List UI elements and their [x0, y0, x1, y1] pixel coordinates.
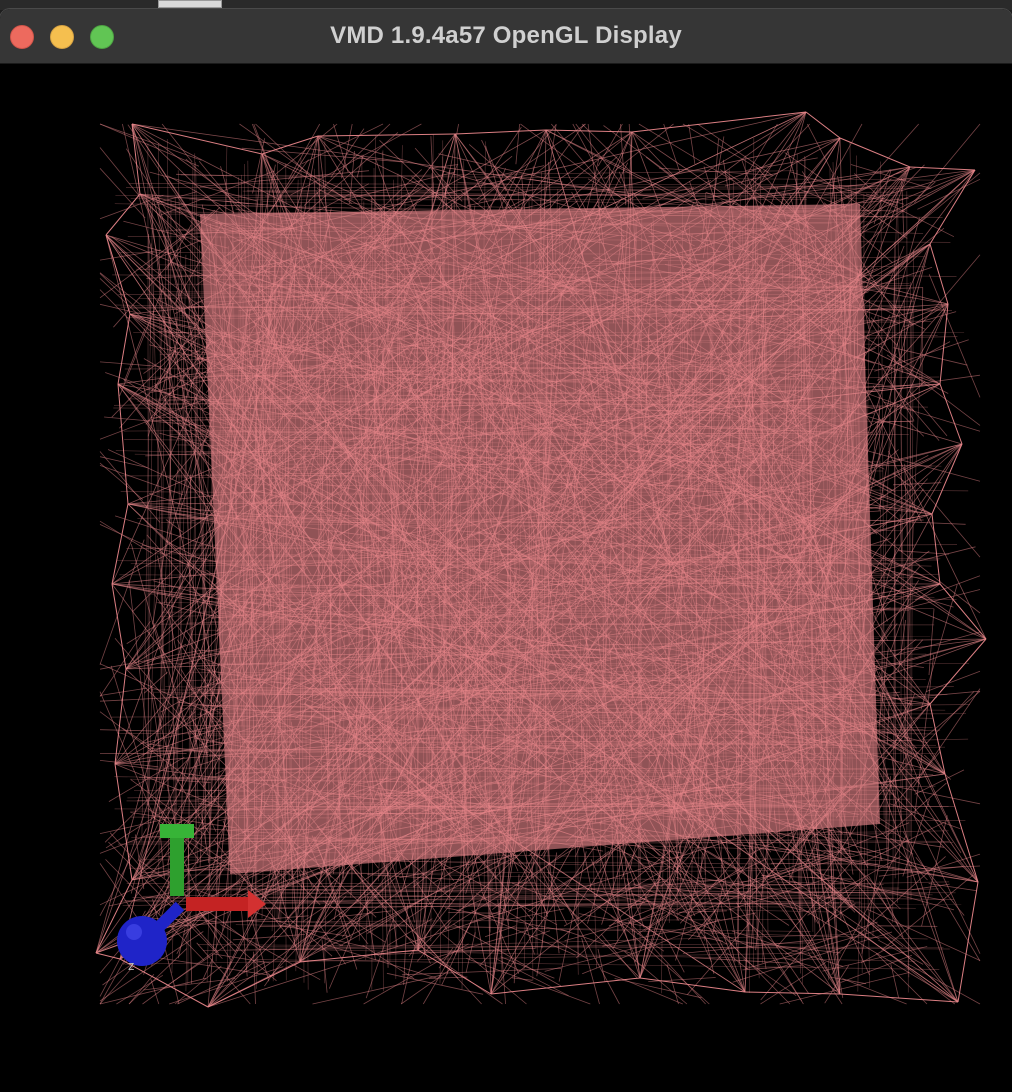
title-bar[interactable]: VMD 1.9.4a57 OpenGL Display: [0, 9, 1012, 64]
y-axis-head: [160, 824, 194, 838]
z-axis-label: z: [128, 958, 135, 973]
z-axis-head: [117, 916, 167, 966]
x-axis-icon: [186, 897, 248, 911]
opengl-viewport[interactable]: z: [0, 64, 1012, 1092]
window-title: VMD 1.9.4a57 OpenGL Display: [330, 22, 682, 49]
molecule-render[interactable]: z: [0, 64, 1012, 1092]
molecule-wireframe: [95, 111, 987, 1008]
vmd-display-window[interactable]: VMD 1.9.4a57 OpenGL Display z: [0, 9, 1012, 1092]
background-window-thumbnail: [158, 0, 222, 8]
